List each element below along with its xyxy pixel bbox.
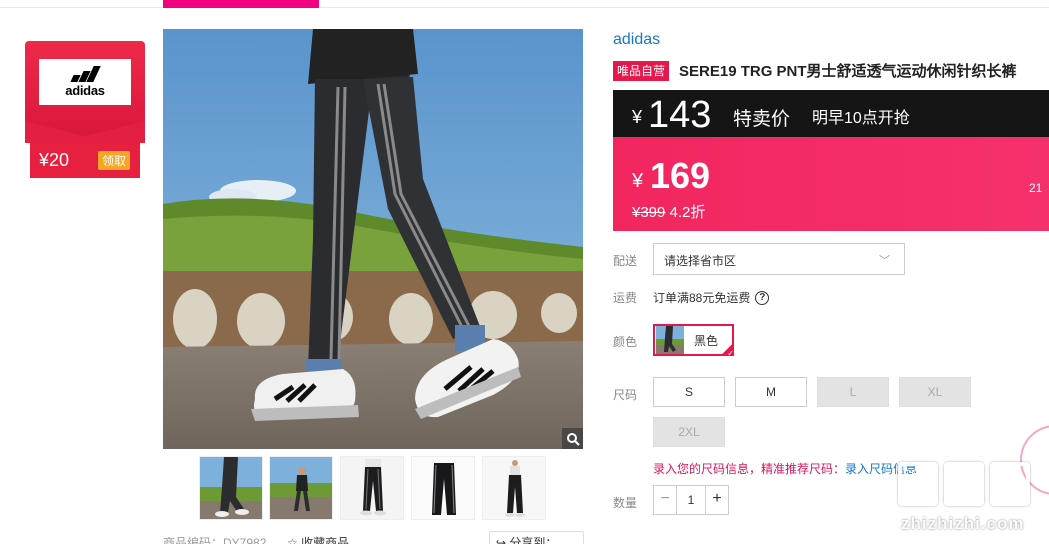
product-title: SERE19 TRG PNT男士舒适透气运动休闲针织长裤 — [679, 63, 1017, 80]
active-tab-indicator — [163, 0, 319, 8]
size-option-xl[interactable]: XL — [899, 377, 971, 407]
color-thumbnail — [656, 326, 684, 354]
quantity-input[interactable]: 1 — [676, 486, 706, 514]
size-tip-text: 录入您的尺码信息，精准推荐尺码： — [653, 462, 846, 476]
thumbnail-2[interactable] — [269, 456, 333, 520]
shipping-label: 运费 — [613, 291, 638, 305]
share-dropdown[interactable]: ↪ 分享到： — [489, 531, 584, 544]
flash-price-label: 特卖价 — [733, 109, 791, 130]
region-select-value: 请选择省市区 — [664, 254, 737, 268]
original-price-row: ¥399 4.2折 — [632, 201, 705, 222]
adidas-stripes-icon — [70, 66, 101, 82]
brand-link[interactable]: adidas — [613, 31, 660, 49]
color-option-black[interactable]: 黑色 — [653, 324, 734, 358]
checkmark-icon — [720, 342, 734, 358]
top-divider — [0, 7, 1049, 8]
brand-coupon[interactable]: adidas ¥20 领取 — [25, 41, 145, 181]
price-panel: ¥ 169 ¥399 4.2折 21 — [613, 137, 1049, 231]
size-tip: 录入您的尺码信息，精准推荐尺码：录入尺码信息 — [653, 460, 917, 477]
discount-rate: 4.2折 — [669, 204, 706, 221]
quantity-stepper: − 1 + — [653, 485, 729, 515]
shipping-info: 订单满88元免运费 ? — [653, 289, 770, 306]
original-price: ¥399 — [632, 204, 666, 221]
magnifier-icon — [566, 432, 580, 446]
thumbnail-1[interactable] — [199, 456, 263, 520]
favorite-link[interactable]: ☆ 收藏商品 — [287, 534, 349, 544]
shipping-text: 订单满88元免运费 — [653, 291, 751, 305]
delivery-label: 配送 — [613, 254, 638, 268]
logo-wordmark: adidas — [65, 83, 105, 98]
size-option-s[interactable]: S — [653, 377, 725, 407]
chevron-down-icon: ﹀ — [879, 255, 890, 267]
size-option-m[interactable]: M — [735, 377, 807, 407]
thumbnail-3[interactable] — [340, 456, 404, 520]
size-label: 尺码 — [613, 388, 638, 402]
adidas-logo: adidas — [39, 59, 131, 105]
site-watermark: zhizhizhi.com — [894, 462, 1044, 542]
increase-button[interactable]: + — [706, 486, 728, 514]
flash-currency: ¥ — [632, 107, 643, 127]
flash-sale-bar: ¥ 143 特卖价 明早10点开抢 — [613, 90, 1049, 137]
claim-coupon-button[interactable]: 领取 — [97, 151, 130, 170]
favorite-label: 收藏商品 — [301, 536, 350, 544]
zoom-button[interactable] — [562, 428, 583, 449]
coupon-value: ¥20 — [39, 150, 70, 170]
share-label: 分享到： — [509, 536, 558, 544]
size-option-2xl[interactable]: 2XL — [653, 417, 725, 447]
thumbnail-5[interactable] — [482, 456, 546, 520]
quantity-label: 数量 — [613, 496, 638, 510]
size-option-l[interactable]: L — [817, 377, 889, 407]
region-select[interactable]: 请选择省市区 ﹀ — [653, 243, 905, 275]
flash-price: 143 — [648, 94, 712, 136]
title-row: 唯品自营 SERE19 TRG PNT男士舒适透气运动休闲针织长裤 — [613, 60, 1017, 81]
watermark-logo-icon — [898, 462, 1030, 506]
self-operated-badge: 唯品自营 — [613, 60, 670, 81]
decrease-button[interactable]: − — [654, 486, 676, 514]
watermark-text: zhizhizhi.com — [901, 514, 1025, 533]
color-option-label: 黑色 — [694, 333, 719, 348]
color-label: 颜色 — [613, 335, 638, 349]
price-currency: ¥ — [632, 170, 644, 192]
thumbnail-4[interactable] — [411, 456, 475, 520]
current-price: 169 — [650, 155, 711, 196]
star-icon: ☆ — [287, 536, 298, 544]
share-icon: ↪ — [496, 536, 507, 544]
countdown-fragment: 21 — [1029, 181, 1043, 195]
main-product-image[interactable] — [163, 29, 583, 449]
coupon-footer: ¥20 领取 — [30, 143, 140, 178]
flash-start-time: 明早10点开抢 — [812, 110, 910, 127]
product-code: 商品编码：DY7982 — [163, 536, 267, 544]
help-icon[interactable]: ? — [755, 290, 770, 305]
